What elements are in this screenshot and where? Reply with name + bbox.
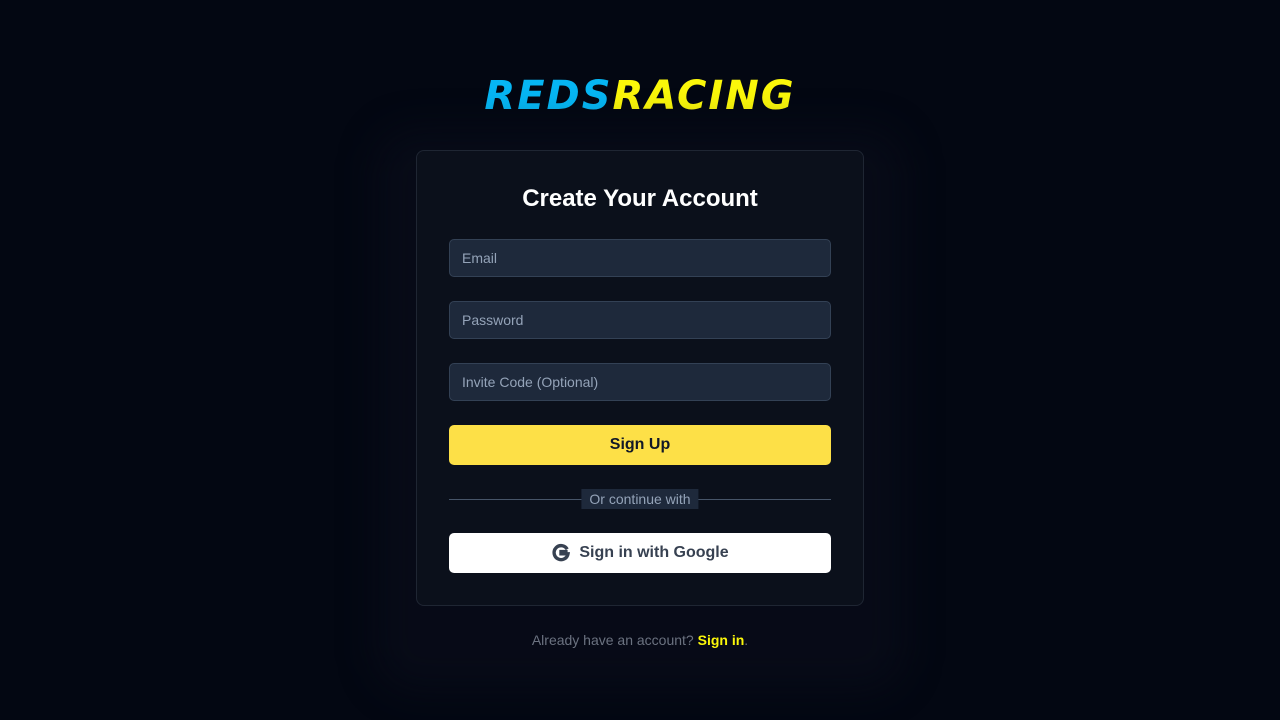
brand-logo-part-b: RACING xyxy=(612,73,796,119)
divider: Or continue with xyxy=(449,489,831,509)
sign-up-button[interactable]: Sign Up xyxy=(449,425,831,465)
footer: Already have an account? Sign in. xyxy=(0,630,1280,650)
google-g-icon xyxy=(551,543,571,563)
brand-logo: REDSRACING xyxy=(0,72,1280,120)
sign-in-link[interactable]: Sign in xyxy=(698,632,745,648)
divider-text: Or continue with xyxy=(581,489,699,509)
google-sign-in-label: Sign in with Google xyxy=(579,544,729,561)
password-input[interactable] xyxy=(449,301,831,339)
google-sign-in-button[interactable]: Sign in with Google xyxy=(449,533,831,573)
form-title: Create Your Account xyxy=(522,185,758,212)
email-input[interactable] xyxy=(449,239,831,277)
footer-suffix: . xyxy=(744,632,749,648)
invite-code-input[interactable] xyxy=(449,363,831,401)
footer-prompt: Already have an account? xyxy=(531,632,698,648)
page: REDSRACING Create Your Account Sign Up O… xyxy=(0,0,1280,720)
signup-card: Create Your Account Sign Up Or continue … xyxy=(416,150,864,606)
brand-logo-part-a: REDS xyxy=(484,73,613,119)
